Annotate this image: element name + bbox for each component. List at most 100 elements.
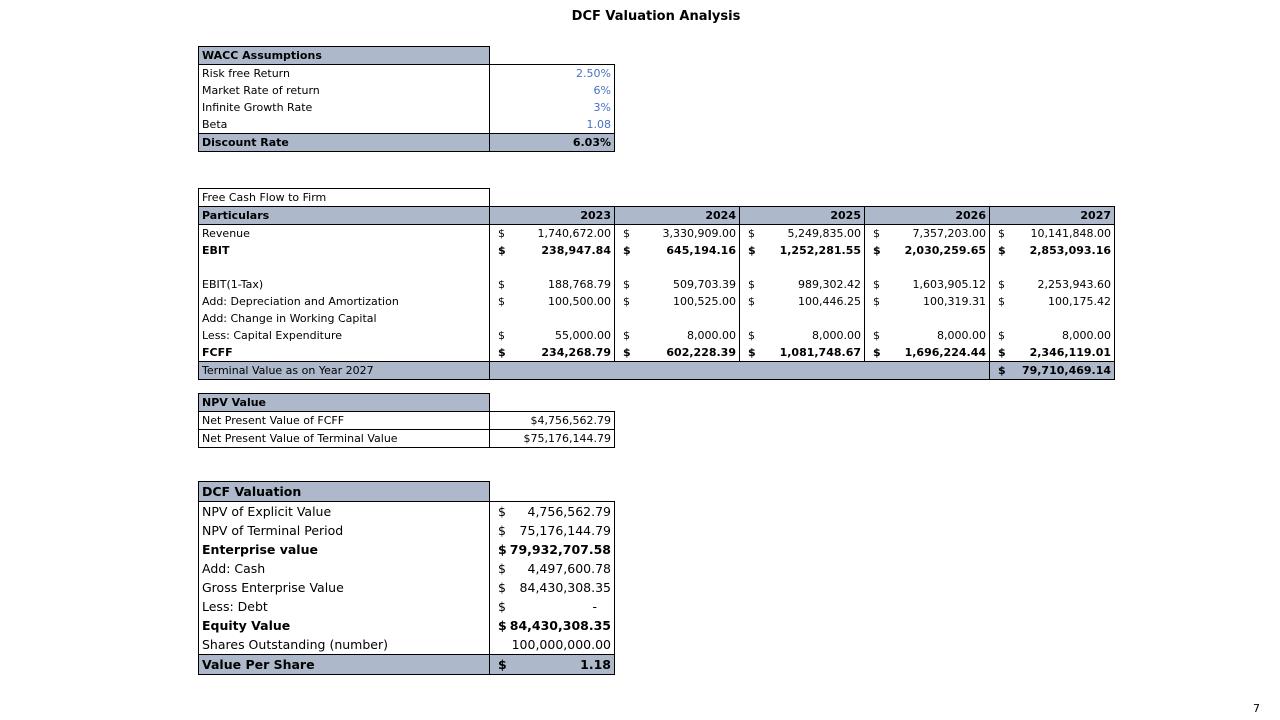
currency-symbol: $ [748,227,755,240]
table-row: NPV of Terminal Period $75,176,144.79 [198,521,615,540]
table-row: Add: Cash $4,497,600.78 [198,559,615,578]
currency-symbol: $ [498,227,505,240]
dcf-label: Shares Outstanding (number) [198,635,490,655]
cell-value: 5,249,835.00 [787,227,861,240]
cell-value: 100,525.00 [673,295,736,308]
table-row: Gross Enterprise Value $84,430,308.35 [198,578,615,597]
table-row: Enterprise value $79,932,707.58 [198,540,615,559]
cell-value: 234,268.79 [541,346,611,359]
npv-label: Net Present Value of Terminal Value [198,429,490,448]
discount-rate-label: Discount Rate [198,133,490,152]
dcf-label: NPV of Terminal Period [198,521,490,540]
wacc-value: 2.50% [489,64,615,82]
currency-symbol: $ [998,227,1005,240]
cell-value: 100,500.00 [548,295,611,308]
table-row: Revenue $1,740,672.00 $3,330,909.00 $5,2… [198,224,1116,242]
table-row: Value Per Share $1.18 [198,654,615,675]
cell-value: 100,175.42 [1048,295,1112,308]
terminal-value-row: Terminal Value as on Year 2027 $79,710,4… [198,361,1116,380]
dcf-value: 84,430,308.35 [509,618,611,633]
currency-symbol: $ [623,244,631,257]
currency-symbol: $ [498,295,505,308]
currency-symbol: $ [498,580,506,595]
dcf-label: Add: Cash [198,559,490,578]
currency-symbol: $ [623,278,630,291]
fcf-table: Free Cash Flow to Firm Particulars 2023 … [198,188,1116,380]
table-row: Equity Value $84,430,308.35 [198,616,615,635]
cell-value: 188,768.79 [548,278,611,291]
currency-symbol: $ [873,278,880,291]
currency-symbol: $ [623,295,630,308]
cell-value: 1,603,905.12 [912,278,986,291]
wacc-label: Beta [198,116,490,134]
wacc-label: Infinite Growth Rate [198,99,490,116]
wacc-value: 3% [489,99,615,116]
year-header: 2027 [989,206,1116,225]
dcf-value: 79,932,707.58 [509,542,611,557]
currency-symbol: $ [623,329,630,342]
dcf-value: 4,756,562.79 [527,504,612,519]
currency-symbol: $ [998,244,1006,257]
row-label: EBIT [198,242,490,259]
wacc-value: 6% [489,82,615,99]
currency-symbol: $ [623,227,630,240]
cell-value: 989,302.42 [798,278,861,291]
row-label: FCFF [198,344,490,362]
table-row: EBIT(1-Tax) $188,768.79 $509,703.39 $989… [198,276,1116,293]
dcf-value: 75,176,144.79 [519,523,611,538]
currency-symbol: $ [748,346,756,359]
page-number: 7 [1253,702,1260,715]
currency-symbol: $ [498,504,506,519]
value-per-share-label: Value Per Share [198,654,490,675]
cell-value: 8,000.00 [937,329,986,342]
currency-symbol: $ [873,329,880,342]
cell-value: 2,346,119.01 [1029,346,1112,359]
currency-symbol: $ [748,295,755,308]
dcf-value: - [592,599,597,614]
cell-value: 509,703.39 [673,278,736,291]
currency-symbol: $ [498,346,506,359]
terminal-value-label: Terminal Value as on Year 2027 [198,361,490,380]
dcf-value: 4,497,600.78 [527,561,612,576]
currency-symbol: $ [498,599,506,614]
currency-symbol: $ [498,657,507,672]
dcf-header: DCF Valuation [198,481,490,502]
table-row: Add: Depreciation and Amortization $100,… [198,293,1116,310]
wacc-label: Market Rate of return [198,82,490,99]
cell-value: 55,000.00 [555,329,611,342]
dcf-label: Less: Debt [198,597,490,616]
cell-value: 8,000.00 [812,329,861,342]
cell-value: 10,141,848.00 [1030,227,1112,240]
currency-symbol: $ [998,278,1005,291]
currency-symbol: $ [873,244,881,257]
npv-value: $75,176,144.79 [489,429,615,448]
cell-value: 2,853,093.16 [1029,244,1112,257]
currency-symbol: $ [998,364,1006,377]
currency-symbol: $ [498,244,506,257]
cell-value: 1,696,224.44 [904,346,986,359]
currency-symbol: $ [748,329,755,342]
currency-symbol: $ [998,329,1005,342]
year-header: 2026 [864,206,990,225]
currency-symbol: $ [873,346,881,359]
cell-value: 8,000.00 [687,329,736,342]
wacc-header: WACC Assumptions [198,46,490,65]
table-row: FCFF $234,268.79 $602,228.39 $1,081,748.… [198,344,1116,362]
currency-symbol: $ [998,346,1006,359]
currency-symbol: $ [873,227,880,240]
currency-symbol: $ [498,329,505,342]
currency-symbol: $ [498,618,507,633]
cell-value: 1,252,281.55 [779,244,861,257]
npv-value: $4,756,562.79 [489,411,615,430]
dcf-label: Equity Value [198,616,490,635]
cell-value: 7,357,203.00 [912,227,986,240]
year-header: 2023 [489,206,615,225]
cell-value: 238,947.84 [541,244,611,257]
table-row: EBIT $238,947.84 $645,194.16 $1,252,281.… [198,242,1116,259]
cell-value: 1,081,748.67 [779,346,861,359]
table-row: Add: Change in Working Capital [198,310,1116,327]
value-per-share: 1.18 [580,657,611,672]
dcf-table: DCF Valuation NPV of Explicit Value $4,75… [198,481,615,675]
cell-value: 8,000.00 [1062,329,1112,342]
cell-value: 2,253,943.60 [1037,278,1112,291]
